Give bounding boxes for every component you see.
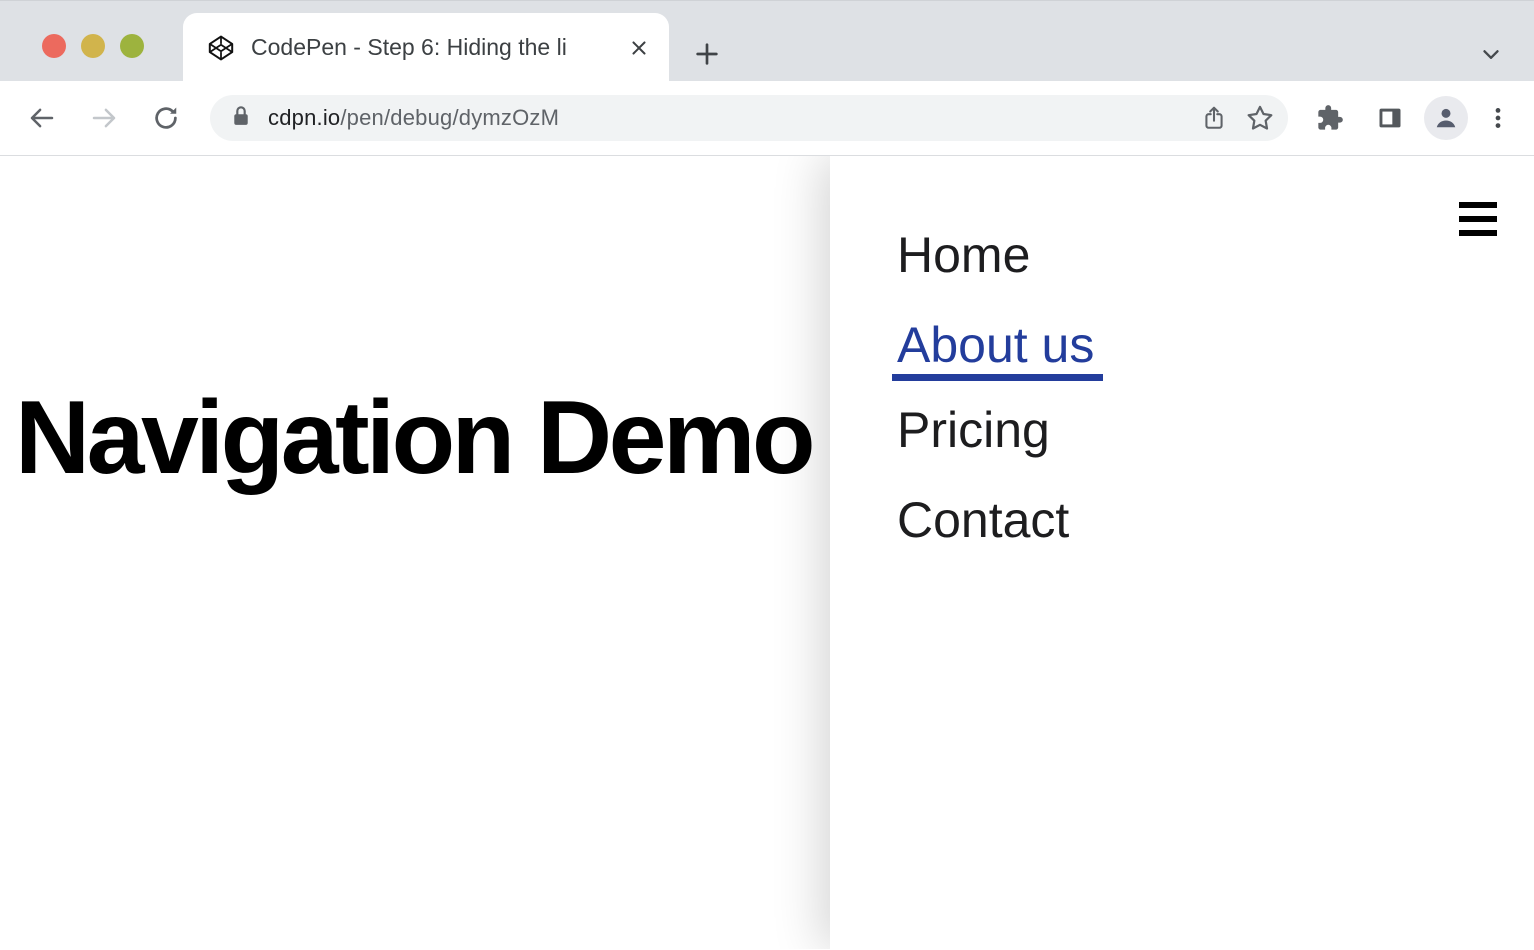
codepen-favicon-icon <box>207 34 235 62</box>
window-close-button[interactable] <box>42 34 66 58</box>
nav-list: Home About us Pricing Contact <box>897 230 1103 545</box>
window-zoom-button[interactable] <box>120 34 144 58</box>
page-viewport: Navigation Demo Home About us Pricing Co… <box>0 156 1534 949</box>
nav-link-home[interactable]: Home <box>897 227 1030 283</box>
bookmark-star-icon[interactable] <box>1240 98 1280 138</box>
url-path: /pen/debug/dymzOzM <box>340 105 559 130</box>
new-tab-icon[interactable] <box>688 35 726 73</box>
reload-icon[interactable] <box>144 96 188 140</box>
tab-strip: CodePen - Step 6: Hiding the li <box>0 0 1534 81</box>
main-navigation: Home About us Pricing Contact <box>897 230 1103 585</box>
tab-close-icon[interactable] <box>623 32 655 64</box>
menu-bar <box>1459 216 1497 222</box>
lock-icon[interactable] <box>228 103 254 134</box>
profile-avatar[interactable] <box>1424 96 1468 140</box>
nav-drawer-panel: Home About us Pricing Contact <box>830 156 1534 949</box>
more-menu-icon[interactable] <box>1478 98 1518 138</box>
url-text[interactable]: cdpn.io/pen/debug/dymzOzM <box>268 105 1188 131</box>
browser-tab[interactable]: CodePen - Step 6: Hiding the li <box>183 13 669 82</box>
nav-link-pricing[interactable]: Pricing <box>897 402 1050 458</box>
tab-search-chevron-icon[interactable] <box>1476 39 1506 69</box>
nav-link-about-us[interactable]: About us <box>892 320 1103 381</box>
back-icon[interactable] <box>20 96 64 140</box>
menu-bar <box>1459 202 1497 208</box>
share-icon[interactable] <box>1194 98 1234 138</box>
nav-item: Contact <box>897 495 1103 545</box>
page-title: Navigation Demo <box>15 386 812 490</box>
nav-item: Pricing <box>897 405 1103 455</box>
hamburger-menu-icon[interactable] <box>1459 202 1497 236</box>
side-panel-icon[interactable] <box>1368 96 1412 140</box>
nav-item: About us <box>897 320 1103 381</box>
browser-toolbar: cdpn.io/pen/debug/dymzOzM <box>0 81 1534 156</box>
avatar-icon <box>1424 96 1468 140</box>
url-domain: cdpn.io <box>268 105 340 130</box>
nav-item: Home <box>897 230 1103 280</box>
nav-link-contact[interactable]: Contact <box>897 492 1069 548</box>
forward-icon <box>82 96 126 140</box>
address-bar[interactable]: cdpn.io/pen/debug/dymzOzM <box>210 95 1288 141</box>
traffic-lights <box>42 34 144 58</box>
window-minimize-button[interactable] <box>81 34 105 58</box>
menu-bar <box>1459 230 1497 236</box>
extensions-icon[interactable] <box>1308 96 1352 140</box>
tab-title: CodePen - Step 6: Hiding the li <box>251 34 623 61</box>
